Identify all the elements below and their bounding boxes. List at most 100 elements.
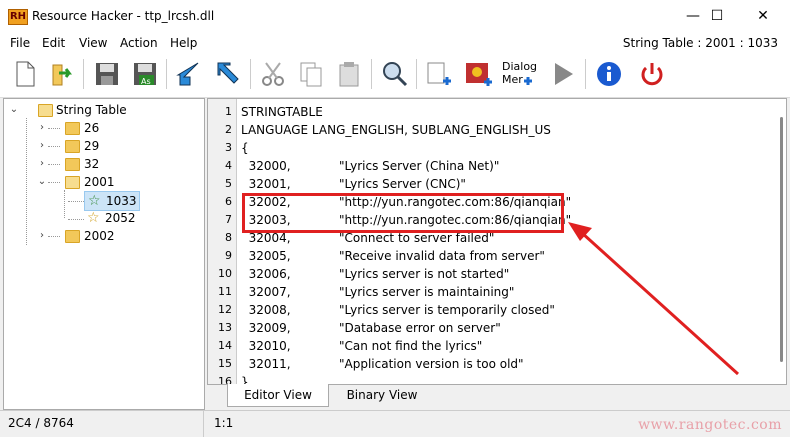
expand-chevron-icon[interactable]: › — [36, 227, 48, 245]
line-number: 11 — [218, 285, 232, 298]
folder-icon — [65, 140, 80, 153]
tree-root-label: String Table — [56, 103, 127, 117]
app-logo: RH — [8, 9, 28, 25]
window-title: Resource Hacker - ttp_lrcsh.dll — [32, 9, 215, 23]
title-bar: RH Resource Hacker - ttp_lrcsh.dll — ☐ ✕ — [0, 0, 790, 33]
tree-item-1033[interactable]: ☆ 1033 — [84, 191, 140, 211]
line-number: 14 — [218, 339, 232, 352]
export-arrow-icon[interactable] — [212, 59, 242, 89]
line-number: 7 — [225, 213, 232, 226]
menu-file[interactable]: File — [10, 36, 30, 50]
save-as-icon[interactable]: As — [130, 59, 160, 89]
string-value: "Lyrics server is maintaining" — [339, 285, 515, 299]
tree-item-26[interactable]: › 26 — [8, 119, 198, 137]
tree-item-29[interactable]: › 29 — [8, 137, 198, 155]
tree-item-label: 2052 — [105, 211, 136, 225]
menu-view[interactable]: View — [79, 36, 107, 50]
status-position: 2C4 / 8764 — [8, 416, 74, 430]
line-number: 2 — [225, 123, 232, 136]
status-bar: 2C4 / 8764 1:1 www.rangotec.com — [0, 410, 790, 437]
open-file-icon[interactable] — [47, 59, 77, 89]
folder-open-icon — [65, 176, 80, 189]
string-value: "Lyrics server is temporarily closed" — [339, 303, 555, 317]
power-icon[interactable] — [637, 59, 667, 89]
tree-item-label: 2001 — [84, 175, 115, 189]
string-id: 32006, — [241, 267, 291, 281]
string-value: "Lyrics Server (CNC)" — [339, 177, 466, 191]
dialog-merge-button[interactable]: Dialog Mer — [500, 59, 537, 89]
string-id: 32009, — [241, 321, 291, 335]
code-line: LANGUAGE LANG_ENGLISH, SUBLANG_ENGLISH_U… — [241, 123, 551, 137]
add-image-icon[interactable] — [463, 59, 493, 89]
code-line: STRINGTABLE — [241, 105, 323, 119]
tree-item-label: 26 — [84, 121, 100, 135]
menu-bar: File Edit View Action Help String Table … — [0, 33, 790, 53]
string-id: 32005, — [241, 249, 291, 263]
play-icon[interactable] — [548, 59, 578, 89]
status-cursor: 1:1 — [214, 416, 234, 430]
view-tabs: Editor View Binary View — [207, 384, 785, 408]
string-value: "Database error on server" — [339, 321, 501, 335]
code-editor[interactable]: 1 2 3 4 5 6 7 8 9 10 11 12 13 14 15 16 S… — [207, 98, 787, 385]
line-number: 5 — [225, 177, 232, 190]
tree-item-2052[interactable]: ☆ 2052 — [84, 209, 164, 227]
paste-icon[interactable] — [334, 59, 364, 89]
expand-chevron-icon[interactable]: › — [36, 155, 48, 173]
watermark: www.rangotec.com — [638, 417, 782, 433]
line-number: 8 — [225, 231, 232, 244]
import-arrow-icon[interactable] — [174, 59, 204, 89]
maximize-button[interactable]: ☐ — [694, 0, 740, 33]
add-resource-icon[interactable] — [423, 59, 453, 89]
scrollbar-thumb[interactable] — [780, 117, 783, 362]
string-id: 32007, — [241, 285, 291, 299]
highlight-box — [242, 193, 564, 233]
info-icon[interactable] — [594, 59, 624, 89]
resource-path-status: String Table : 2001 : 1033 — [622, 36, 778, 50]
toolbar: As Dialog Mer — [0, 53, 790, 98]
expand-chevron-icon[interactable]: › — [36, 119, 48, 137]
string-id: 32011, — [241, 357, 291, 371]
string-id: 32010, — [241, 339, 291, 353]
tab-editor-view[interactable]: Editor View — [227, 384, 329, 407]
string-value: "Lyrics Server (China Net)" — [339, 159, 500, 173]
collapse-chevron-icon[interactable]: ⌄ — [36, 173, 48, 191]
string-value: "Application version is too old" — [339, 357, 524, 371]
menu-action[interactable]: Action — [120, 36, 158, 50]
menu-help[interactable]: Help — [170, 36, 197, 50]
tree-root[interactable]: ⌄ String Table — [8, 101, 198, 119]
tree-item-label: 1033 — [106, 194, 137, 208]
line-number: 12 — [218, 303, 232, 316]
tree-item-2002[interactable]: › 2002 — [8, 227, 198, 245]
line-number: 3 — [225, 141, 232, 154]
folder-icon — [65, 122, 80, 135]
line-number: 15 — [218, 357, 232, 370]
resource-tree[interactable]: ⌄ String Table › 26 › 29 › 32 ⌄ 2001 ☆ 1… — [3, 98, 205, 410]
pane-splitter[interactable] — [203, 98, 206, 408]
string-value: "Can not find the lyrics" — [339, 339, 483, 353]
collapse-chevron-icon[interactable]: ⌄ — [8, 101, 20, 119]
line-number: 10 — [218, 267, 232, 280]
code-line: { — [241, 141, 249, 155]
svg-text:As: As — [141, 77, 151, 86]
line-number: 4 — [225, 159, 232, 172]
tree-item-32[interactable]: › 32 — [8, 155, 198, 173]
tree-item-2001[interactable]: ⌄ 2001 — [8, 173, 198, 191]
cut-icon[interactable] — [258, 59, 288, 89]
expand-chevron-icon[interactable]: › — [36, 137, 48, 155]
vertical-scrollbar[interactable] — [777, 101, 785, 371]
string-value: "Receive invalid data from server" — [339, 249, 545, 263]
string-value: "Connect to server failed" — [339, 231, 495, 245]
new-file-icon[interactable] — [10, 59, 40, 89]
menu-edit[interactable]: Edit — [42, 36, 65, 50]
tree-item-label: 32 — [84, 157, 100, 171]
string-id: 32004, — [241, 231, 291, 245]
close-button[interactable]: ✕ — [740, 0, 786, 33]
line-number-gutter: 1 2 3 4 5 6 7 8 9 10 11 12 13 14 15 16 — [208, 99, 237, 384]
copy-icon[interactable] — [296, 59, 326, 89]
search-icon[interactable] — [379, 59, 409, 89]
folder-open-icon — [38, 104, 53, 117]
save-icon[interactable] — [92, 59, 122, 89]
tab-binary-view[interactable]: Binary View — [335, 384, 429, 406]
star-icon: ☆ — [88, 193, 101, 209]
line-number: 13 — [218, 321, 232, 334]
